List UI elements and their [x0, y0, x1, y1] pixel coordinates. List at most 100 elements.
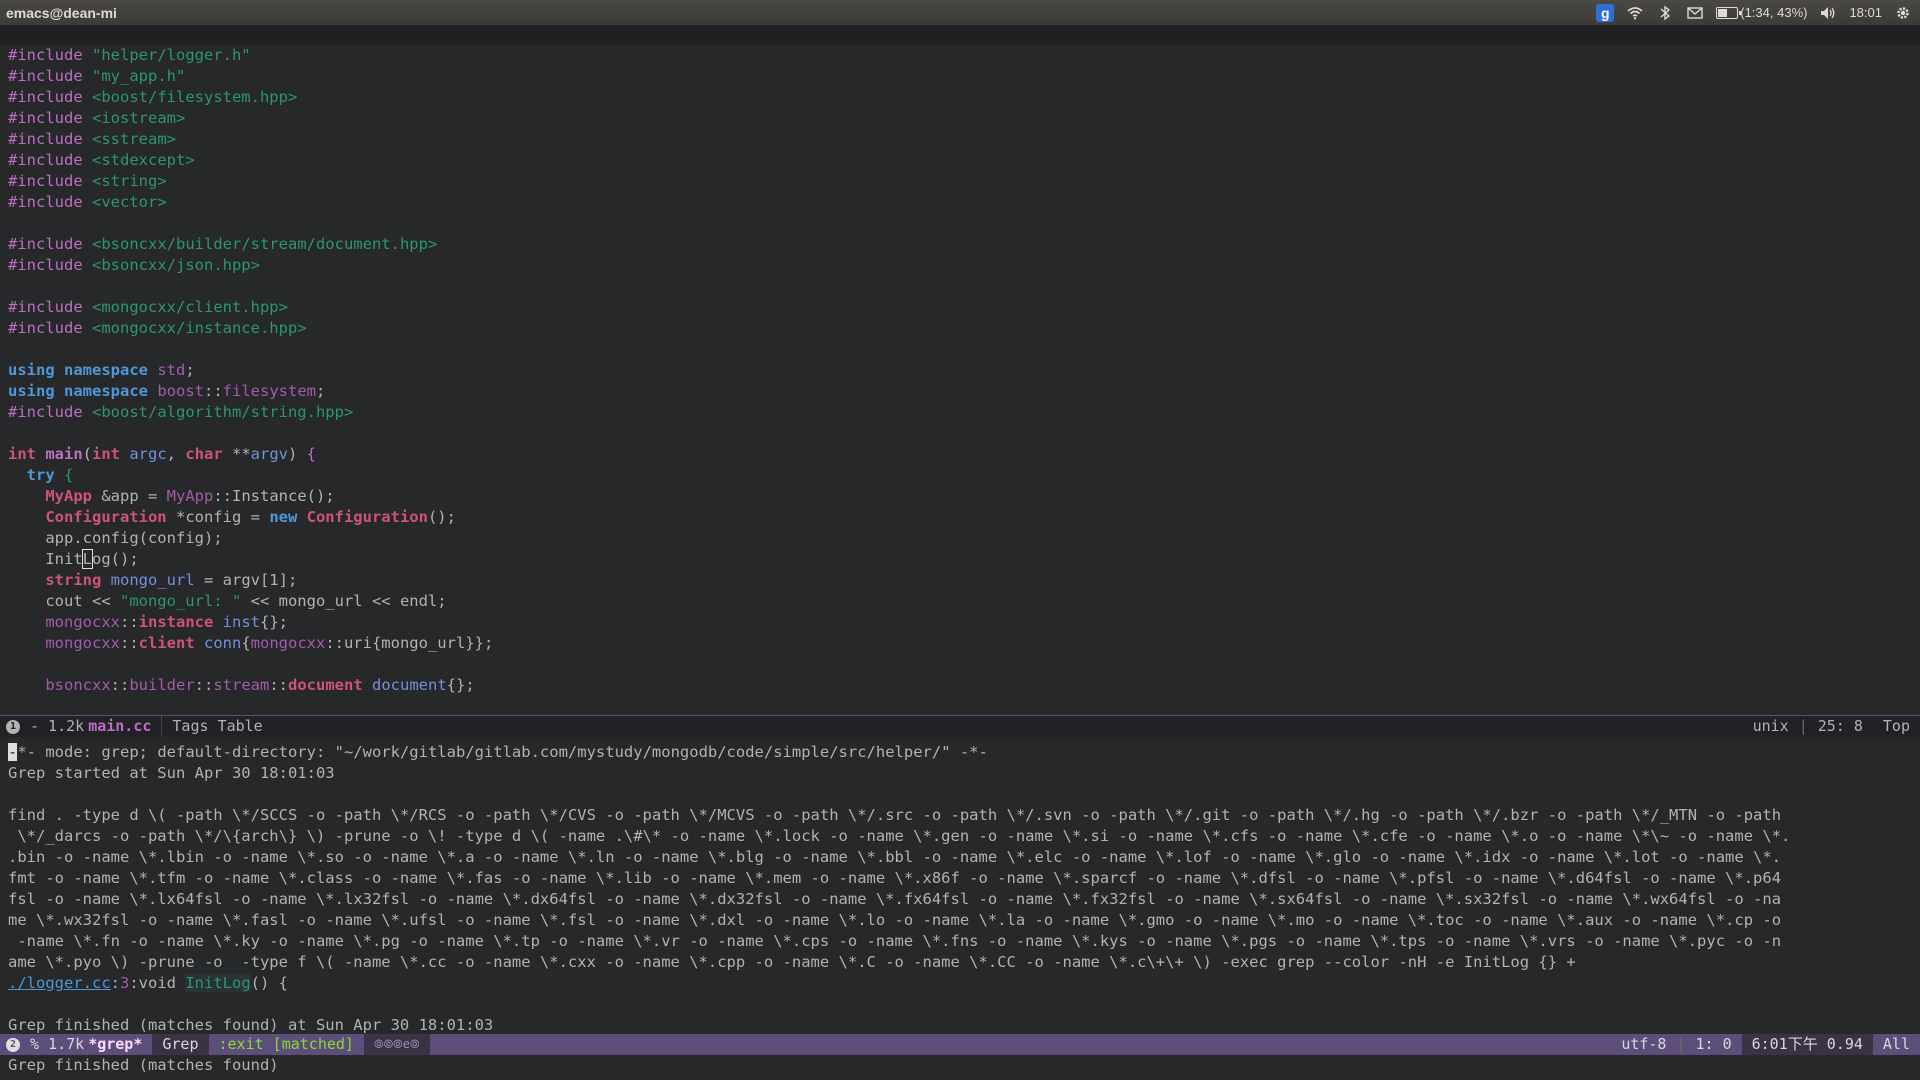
code-line[interactable]: InitLog(); — [0, 549, 1920, 570]
code-token: #include — [8, 193, 92, 211]
code-token: ame \*.pyo \) -prune -o -type f \( -name… — [8, 953, 1576, 971]
code-token: boost — [157, 382, 204, 400]
wifi-icon[interactable] — [1626, 4, 1644, 22]
grep-line[interactable]: ./logger.cc:3:void InitLog() { — [0, 973, 1920, 994]
code-line[interactable]: mongocxx::client conn{mongocxx::uri{mong… — [0, 633, 1920, 654]
code-token: ( — [82, 445, 92, 463]
grep-line[interactable] — [0, 784, 1920, 805]
code-line[interactable]: string mongo_url = argv[1]; — [0, 570, 1920, 591]
code-token: "mongo_url: " — [119, 592, 242, 610]
code-line[interactable]: #include <iostream> — [0, 108, 1920, 129]
grep-line[interactable]: -*- mode: grep; default-directory: "~/wo… — [0, 742, 1920, 763]
grep-line[interactable] — [0, 994, 1920, 1015]
cursor-position: 1: 0 — [1695, 1035, 1732, 1053]
code-line[interactable]: #include <mongocxx/client.hpp> — [0, 297, 1920, 318]
code-token: <stdexcept> — [92, 151, 195, 169]
code-line[interactable]: Configuration *config = new Configuratio… — [0, 507, 1920, 528]
code-line[interactable]: try { — [0, 465, 1920, 486]
code-token: fmt -o -name \*.tfm -o -name \*.class -o… — [8, 869, 1782, 887]
code-line[interactable]: #include <sstream> — [0, 129, 1920, 150]
code-line[interactable] — [0, 213, 1920, 234]
code-line[interactable]: using namespace boost::filesystem; — [0, 381, 1920, 402]
code-line[interactable]: int main(int argc, char **argv) { — [0, 444, 1920, 465]
code-token: #include — [8, 172, 92, 190]
code-token: cout << — [8, 592, 120, 610]
code-token: :: — [204, 382, 223, 400]
buffer-name[interactable]: main.cc — [88, 716, 161, 737]
code-line[interactable] — [0, 423, 1920, 444]
window-number-badge: 1 — [6, 719, 20, 734]
code-token: *- mode: grep; default-directory: "~/wor… — [17, 743, 988, 761]
code-token: = argv[1]; — [194, 571, 298, 589]
code-line[interactable]: app.config(config); — [0, 528, 1920, 549]
code-line[interactable] — [0, 276, 1920, 297]
grep-line[interactable]: -name \*.fn -o -name \*.ky -o -name \*.p… — [0, 931, 1920, 952]
buffer-size: % 1.7k — [30, 1035, 85, 1053]
code-token: app.config(config); — [8, 529, 223, 547]
grep-line[interactable]: .bin -o -name \*.lbin -o -name \*.so -o … — [0, 847, 1920, 868]
code-line[interactable]: #include "helper/logger.h" — [0, 45, 1920, 66]
code-token: {}; — [259, 613, 288, 631]
mail-icon[interactable] — [1686, 4, 1704, 22]
code-token: #include — [8, 403, 92, 421]
grep-result-link[interactable]: ./logger.cc — [8, 974, 111, 992]
code-token: using — [8, 361, 64, 379]
code-token: {}; — [446, 676, 475, 694]
code-token: <string> — [92, 172, 167, 190]
code-line[interactable]: #include <string> — [0, 171, 1920, 192]
grep-line[interactable]: ame \*.pyo \) -prune -o -type f \( -name… — [0, 952, 1920, 973]
code-token: <iostream> — [92, 109, 186, 127]
code-line[interactable]: bsoncxx::builder::stream::document docum… — [0, 675, 1920, 696]
code-line[interactable]: #include <bsoncxx/builder/stream/documen… — [0, 234, 1920, 255]
code-token: MyApp — [8, 487, 102, 505]
code-token: *config = — [175, 508, 270, 526]
grep-line[interactable]: fmt -o -name \*.tfm -o -name \*.class -o… — [0, 868, 1920, 889]
code-token: new — [269, 508, 307, 526]
code-line[interactable]: #include "my_app.h" — [0, 66, 1920, 87]
code-line[interactable]: #include <mongocxx/instance.hpp> — [0, 318, 1920, 339]
bluetooth-icon[interactable] — [1656, 4, 1674, 22]
code-line[interactable]: #include <boost/algorithm/string.hpp> — [0, 402, 1920, 423]
code-line[interactable]: using namespace std; — [0, 360, 1920, 381]
code-line[interactable] — [0, 654, 1920, 675]
volume-icon[interactable] — [1819, 4, 1837, 22]
code-token: try — [8, 466, 64, 484]
code-token: { — [64, 466, 74, 484]
buffer-name[interactable]: *grep* — [88, 1034, 152, 1055]
code-token: :void — [129, 974, 186, 992]
code-token: Init — [8, 550, 83, 568]
code-line[interactable]: #include <vector> — [0, 192, 1920, 213]
code-token: Configuration — [8, 508, 176, 526]
code-line[interactable]: #include <bsoncxx/json.hpp> — [0, 255, 1920, 276]
grep-line[interactable]: Grep started at Sun Apr 30 18:01:03 — [0, 763, 1920, 784]
scroll-position: All — [1882, 1035, 1910, 1053]
code-token: int — [8, 445, 46, 463]
google-icon[interactable]: g — [1596, 3, 1615, 22]
code-token: :: — [119, 613, 139, 631]
mode-line-grep[interactable]: 2 % 1.7k *grep* Grep :exit [matched] ⦾⦾⦾… — [0, 1034, 1920, 1055]
code-line[interactable]: #include <stdexcept> — [0, 150, 1920, 171]
cursor-position: 25: 8 — [1817, 717, 1863, 735]
code-line[interactable]: #include <boost/filesystem.hpp> — [0, 87, 1920, 108]
battery-indicator[interactable]: (1:34, 43%) — [1716, 5, 1807, 20]
grep-output-pane[interactable]: -*- mode: grep; default-directory: "~/wo… — [0, 742, 1920, 1034]
code-token: "helper/logger.h" — [92, 46, 251, 64]
code-line[interactable] — [0, 339, 1920, 360]
code-token: L — [81, 549, 94, 569]
code-token: #include — [8, 319, 92, 337]
code-editor-pane[interactable]: #include "helper/logger.h" #include "my_a… — [0, 45, 1920, 715]
mode-line-main[interactable]: 1 - 1.2k main.cc Tags Table unix | 25: 8… — [0, 715, 1920, 737]
code-line[interactable]: mongocxx::instance inst{}; — [0, 612, 1920, 633]
buffer-size: - 1.2k — [30, 717, 85, 735]
grep-line[interactable]: me \*.wx32fsl -o -name \*.fasl -o -name … — [0, 910, 1920, 931]
grep-line[interactable]: find . -type d \( -path \*/SCCS -o -path… — [0, 805, 1920, 826]
major-mode[interactable]: Grep — [152, 1034, 209, 1055]
gear-icon[interactable] — [1894, 4, 1912, 22]
clock[interactable]: 18:01 — [1849, 5, 1882, 20]
code-line[interactable]: cout << "mongo_url: " << mongo_url << en… — [0, 591, 1920, 612]
code-token: <vector> — [92, 193, 167, 211]
grep-line[interactable]: Grep finished (matches found) at Sun Apr… — [0, 1015, 1920, 1034]
grep-line[interactable]: fsl -o -name \*.lx64fsl -o -name \*.lx32… — [0, 889, 1920, 910]
grep-line[interactable]: \*/_darcs -o -path \*/\{arch\} \) -prune… — [0, 826, 1920, 847]
code-line[interactable]: MyApp &app = MyApp::Instance(); — [0, 486, 1920, 507]
